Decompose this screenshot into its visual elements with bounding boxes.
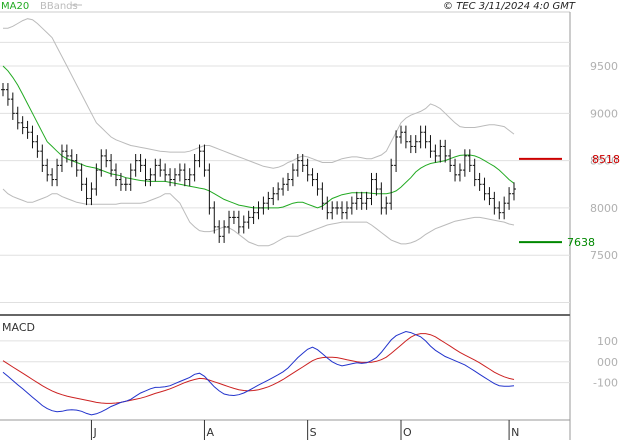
macd-tick-label: -100: [593, 377, 618, 390]
price-tick-label: 9000: [590, 107, 618, 120]
resistance-label: 8518: [592, 153, 620, 166]
x-tick-label: A: [206, 426, 214, 439]
legend-ma20: MA20: [1, 1, 29, 12]
macd-tick-label: 000: [597, 356, 618, 369]
legend-bbands: BBands: [40, 1, 78, 12]
x-tick-label: J: [92, 426, 96, 439]
x-tick-label: S: [310, 426, 317, 439]
x-tick-label: N: [511, 426, 519, 439]
macd-label: MACD: [2, 321, 35, 334]
support-label: 7638: [567, 236, 595, 249]
price-tick-label: 9500: [590, 60, 618, 73]
copyright-text: © TEC 3/11/2024 4:0 GMT: [443, 1, 576, 12]
price-tick-label: 8000: [590, 202, 618, 215]
chart-canvas: MA20 BBands © TEC 3/11/2024 4:0 GMT 9500…: [0, 0, 627, 440]
x-tick-label: O: [403, 426, 412, 439]
macd-tick-label: 100: [597, 335, 618, 348]
price-tick-label: 7500: [590, 249, 618, 262]
